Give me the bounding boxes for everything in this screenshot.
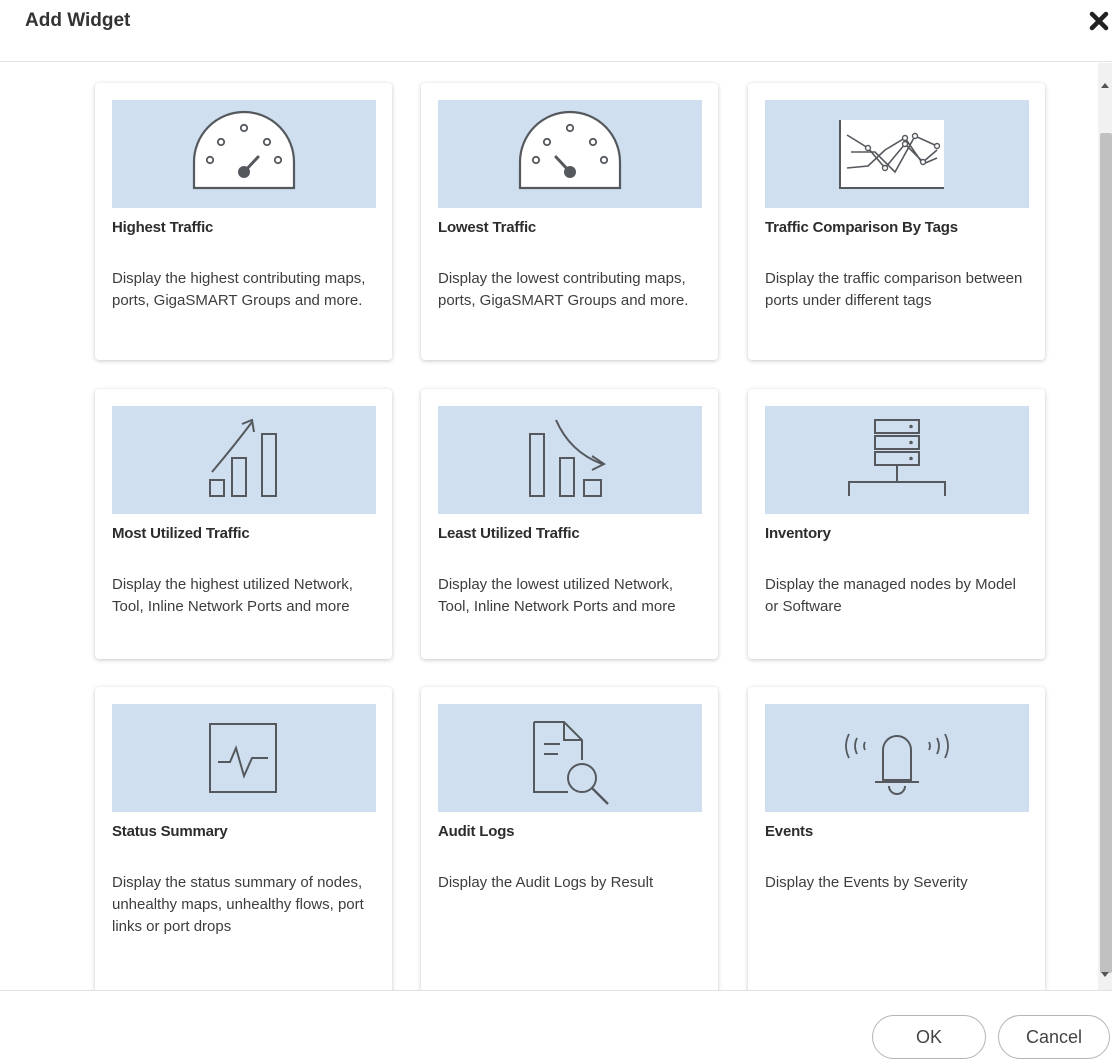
widget-thumbnail (438, 704, 702, 812)
widget-title: Most Utilized Traffic (112, 525, 250, 542)
widget-card-highest-traffic[interactable]: Highest Traffic Display the highest cont… (95, 83, 392, 360)
widget-description: Display the highest contributing maps, p… (112, 270, 366, 309)
ringing-bell-icon (845, 733, 949, 795)
widget-card-events[interactable]: Events Display the Events by Severity (748, 687, 1045, 990)
widget-description: Display the managed nodes by Model or So… (765, 576, 1016, 615)
widget-description: Display the traffic comparison between p… (765, 270, 1023, 309)
widget-card-audit-logs[interactable]: Audit Logs Display the Audit Logs by Res… (421, 687, 718, 990)
widget-title: Highest Traffic (112, 219, 214, 236)
widget-thumbnail (765, 406, 1029, 514)
widget-card-status-summary[interactable]: Status Summary Display the status summar… (95, 687, 392, 990)
widget-card-least-utilized[interactable]: Least Utilized Traffic Display the lowes… (421, 389, 718, 659)
close-icon[interactable] (1086, 8, 1112, 34)
widget-description: Display the highest utilized Network, To… (112, 576, 353, 615)
widget-title: Lowest Traffic (438, 219, 537, 236)
widget-description: Display the Events by Severity (765, 874, 968, 891)
widget-card-inventory[interactable]: Inventory Display the managed nodes by M… (748, 389, 1045, 659)
add-widget-dialog: Add Widget Highest Traffic Display the h… (0, 0, 1112, 1064)
widget-title: Inventory (765, 525, 831, 542)
widget-description: Display the Audit Logs by Result (438, 874, 654, 891)
gauge-low-icon (518, 110, 622, 190)
widget-description: Display the lowest utilized Network, Too… (438, 576, 676, 615)
widget-thumbnail (112, 100, 376, 208)
dialog-header: Add Widget (0, 0, 1112, 62)
ok-button[interactable]: OK (872, 1015, 986, 1059)
scroll-down-icon[interactable] (1101, 972, 1109, 977)
scroll-thumb[interactable] (1100, 133, 1112, 973)
dialog-title: Add Widget (25, 10, 131, 31)
widget-thumbnail (112, 406, 376, 514)
pulse-monitor-icon (209, 723, 277, 793)
widget-title: Least Utilized Traffic (438, 525, 580, 542)
widget-thumbnail (765, 704, 1029, 812)
line-comparison-icon (839, 120, 944, 189)
document-search-icon (533, 721, 609, 805)
scroll-up-icon[interactable] (1101, 83, 1109, 88)
widget-title: Audit Logs (438, 823, 515, 840)
cancel-button[interactable]: Cancel (998, 1015, 1110, 1059)
vertical-scrollbar[interactable] (1098, 63, 1112, 990)
widget-title: Events (765, 823, 813, 840)
widget-grid: Highest Traffic Display the highest cont… (0, 63, 1112, 990)
widget-thumbnail (112, 704, 376, 812)
widget-thumbnail (438, 100, 702, 208)
widget-description: Display the status summary of nodes, unh… (112, 874, 364, 935)
widget-card-lowest-traffic[interactable]: Lowest Traffic Display the lowest contri… (421, 83, 718, 360)
widget-thumbnail (765, 100, 1029, 208)
server-stack-icon (848, 419, 946, 496)
widget-thumbnail (438, 406, 702, 514)
bars-rising-icon (209, 418, 277, 497)
widget-title: Traffic Comparison By Tags (765, 219, 958, 236)
gauge-high-icon (192, 110, 296, 190)
widget-card-traffic-comparison[interactable]: Traffic Comparison By Tags Display the t… (748, 83, 1045, 360)
widget-description: Display the lowest contributing maps, po… (438, 270, 689, 309)
widget-title: Status Summary (112, 823, 228, 840)
dialog-footer: OK Cancel (0, 990, 1112, 1064)
widget-card-most-utilized[interactable]: Most Utilized Traffic Display the highes… (95, 389, 392, 659)
bars-falling-icon (529, 419, 606, 497)
